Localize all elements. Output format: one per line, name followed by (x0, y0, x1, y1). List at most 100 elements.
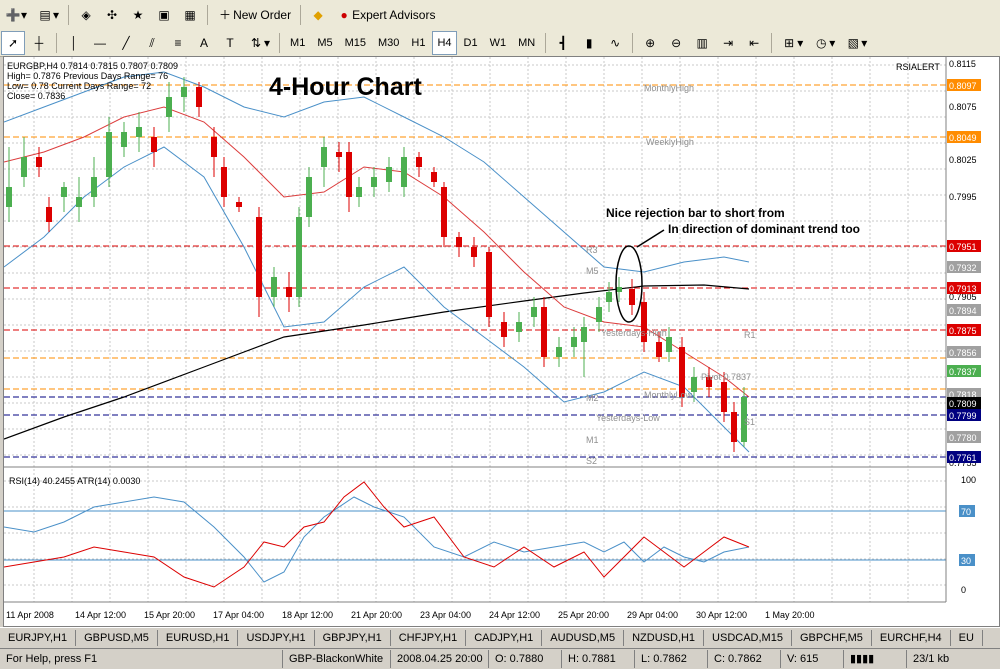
chart-tab[interactable]: CHFJPY,H1 (391, 630, 467, 646)
new-chart-icon: ➕ (5, 8, 21, 22)
chart-toolbar: ➚ ┼ │ — ╱ ⫽ ≡ A T ⇅ ▾ M1 M5 M15 M30 H1 H4 D1 W1 M… (0, 30, 1000, 57)
chart-window[interactable]: MonthlyHigh WeeklyHigh R3 M5 R1 Yesterdays-Hi… (3, 56, 1000, 627)
favorites-button[interactable]: ★ (126, 3, 150, 27)
candle-body (76, 197, 82, 207)
chart-tab[interactable]: EURCHF,H4 (872, 630, 951, 646)
tester-button[interactable]: ▦ (178, 3, 202, 27)
candle-body (346, 152, 352, 197)
autotrading-button[interactable]: ◆ (306, 3, 330, 27)
level-label: MonthlyHigh (644, 83, 694, 93)
autoscroll-button[interactable]: ⇥ (716, 31, 740, 55)
chart-tab[interactable]: GBPUSD,M5 (76, 630, 158, 646)
label-tool[interactable]: T (218, 31, 242, 55)
new-chart-button[interactable]: ➕ ▾ (1, 3, 31, 27)
vertical-line-tool[interactable]: │ (62, 31, 86, 55)
cursor-tool[interactable]: ➚ (1, 31, 25, 55)
candlestick-button[interactable]: ▮ (577, 31, 601, 55)
timeframe-m15[interactable]: M15 (340, 31, 371, 55)
timeframe-mn[interactable]: MN (513, 31, 540, 55)
bar-chart-button[interactable]: ┫ (551, 31, 575, 55)
expert-advisors-button[interactable]: ● Expert Advisors (332, 3, 439, 27)
trendline-tool[interactable]: ╱ (114, 31, 138, 55)
level-label: M1 (586, 435, 599, 445)
time-axis-label: 1 May 20:00 (765, 610, 815, 620)
navigator-button[interactable]: ✣ (100, 3, 124, 27)
candle-body (151, 137, 157, 152)
zoom-in-button[interactable]: ⊕ (638, 31, 662, 55)
candle-body (629, 289, 635, 305)
candle-body (181, 87, 187, 97)
chart-tab[interactable]: EURUSD,H1 (158, 630, 239, 646)
candle-body (136, 127, 142, 137)
level-label: M2 (586, 393, 599, 403)
profiles-button[interactable]: ▤ ▾ (33, 3, 63, 27)
candle-body (21, 157, 27, 177)
vertical-line-icon: │ (70, 36, 78, 50)
periods-button[interactable]: ◷ ▾ (809, 31, 839, 55)
chart-shift-button[interactable]: ⇤ (742, 31, 766, 55)
candle-body (356, 187, 362, 197)
chart-tab[interactable]: NZDUSD,H1 (624, 630, 705, 646)
timeframe-h1[interactable]: H1 (406, 31, 430, 55)
fibonacci-tool[interactable]: ≡ (166, 31, 190, 55)
chart-info-low: Low= 0.78 Current Days Range= 72 (7, 81, 151, 91)
templates-button[interactable]: ▧ ▾ (841, 31, 871, 55)
line-chart-button[interactable]: ∿ (603, 31, 627, 55)
channel-icon: ⫽ (149, 36, 155, 50)
candle-body (256, 217, 262, 297)
warning-icon: ◆ (313, 8, 323, 22)
timeframe-w1[interactable]: W1 (485, 31, 512, 55)
candle-body (221, 167, 227, 197)
time-axis-label: 15 Apr 20:00 (144, 610, 195, 620)
timeframe-m5[interactable]: M5 (312, 31, 337, 55)
tile-windows-button[interactable]: ▥ (690, 31, 714, 55)
level-label: S2 (586, 456, 597, 466)
crosshair-icon: ┼ (34, 36, 44, 50)
timeframe-h4[interactable]: H4 (432, 31, 457, 55)
chart-tab[interactable]: CADJPY,H1 (466, 630, 543, 646)
chart-tab[interactable]: GBPCHF,M5 (792, 630, 872, 646)
terminal-button[interactable]: ▣ (152, 3, 176, 27)
time-axis-label: 30 Apr 12:00 (696, 610, 747, 620)
candle-body (666, 337, 672, 352)
time-axis-label: 18 Apr 12:00 (282, 610, 333, 620)
main-toolbar: ➕ ▾ ▤ ▾ ◈ ✣ ★ ▣ ▦ ＋ New Order ◆ ● Expert Adv… (0, 0, 1000, 31)
crosshair-tool[interactable]: ┼ (27, 31, 51, 55)
horizontal-line-tool[interactable]: — (88, 31, 112, 55)
candlestick-icon: ▮ (585, 36, 593, 50)
candle-body (721, 382, 727, 412)
arrows-tool[interactable]: ⇅ ▾ (244, 31, 274, 55)
text-tool[interactable]: A (192, 31, 216, 55)
chart-tab[interactable]: EURJPY,H1 (0, 630, 77, 646)
help-text: For Help, press F1 (0, 650, 283, 668)
chart-tab[interactable]: USDJPY,H1 (238, 630, 315, 646)
bar-close: C: 0.7862 (708, 650, 781, 668)
timeframe-m1[interactable]: M1 (285, 31, 310, 55)
time-axis-label: 25 Apr 20:00 (558, 610, 609, 620)
price-axis-label: 0.7995 (949, 192, 977, 202)
timeframe-d1[interactable]: D1 (459, 31, 483, 55)
indicators-button[interactable]: ⊞ ▾ (777, 31, 807, 55)
price-badge-label: 0.7856 (949, 348, 977, 358)
zoom-in-icon: ⊕ (645, 36, 656, 50)
profile-name: GBP-BlackonWhite (283, 650, 391, 668)
candle-body (46, 207, 52, 222)
level-label: R3 (586, 245, 598, 255)
timeframe-m30[interactable]: M30 (373, 31, 404, 55)
candle-body (456, 237, 462, 247)
chart-tab[interactable]: USDCAD,M15 (704, 630, 792, 646)
chart-tab[interactable]: GBPJPY,H1 (315, 630, 391, 646)
chart-info-high: High= 0.7876 Previous Days Range= 76 (7, 71, 168, 81)
new-order-button[interactable]: ＋ New Order (213, 3, 295, 27)
chart-tab[interactable]: AUDUSD,M5 (542, 630, 625, 646)
market-watch-button[interactable]: ◈ (74, 3, 98, 27)
candle-body (431, 172, 437, 182)
equidistant-channel-tool[interactable]: ⫽ (140, 31, 164, 55)
price-badge-label: 0.7932 (949, 263, 977, 273)
rsi-30-text: 30 (961, 556, 971, 566)
cursor-icon: ➚ (7, 36, 19, 50)
zoom-out-button[interactable]: ⊖ (664, 31, 688, 55)
candle-body (321, 147, 327, 167)
chart-tab[interactable]: EU (951, 630, 983, 646)
connection-status: 23/1 kb (913, 653, 950, 665)
